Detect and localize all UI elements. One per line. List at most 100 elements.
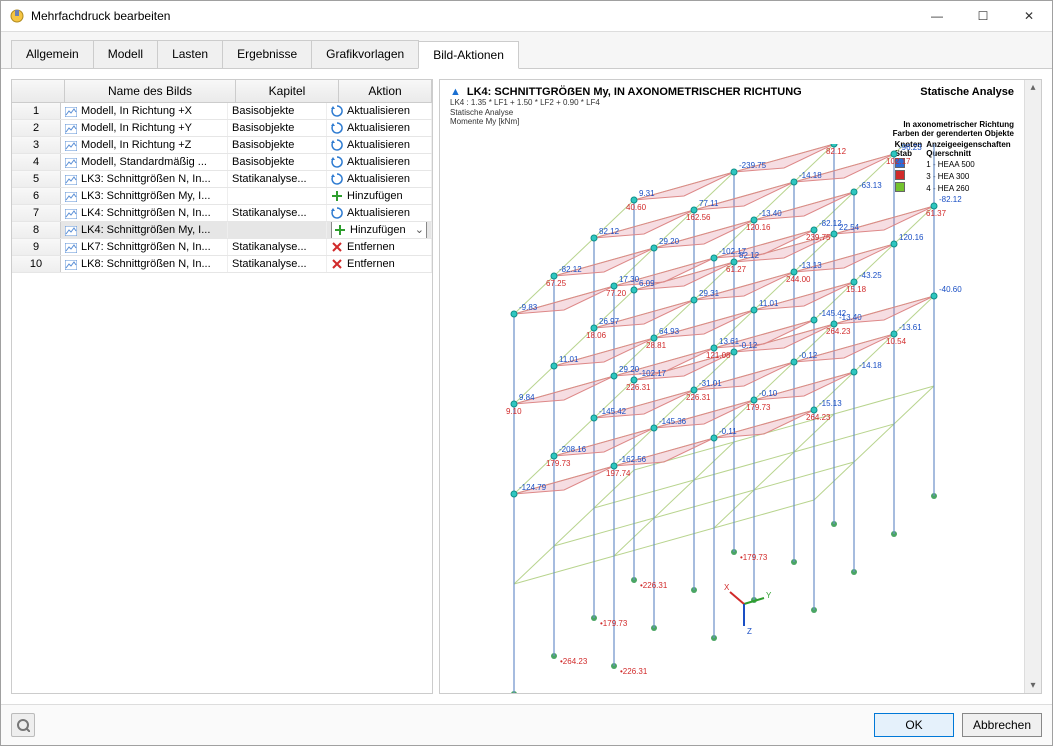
svg-text:-96.23: -96.23 (899, 144, 922, 152)
svg-text:-14.18: -14.18 (859, 361, 882, 370)
remove-icon (331, 241, 343, 253)
remove-icon (331, 258, 343, 270)
svg-text:13.61: 13.61 (719, 337, 740, 346)
svg-text:77.11: 77.11 (699, 199, 719, 208)
scroll-down-icon[interactable]: ▾ (1030, 680, 1035, 691)
svg-text:9.10: 9.10 (506, 407, 522, 416)
table-row[interactable]: 4Modell, Standardmäßig ...BasisobjekteAk… (12, 154, 432, 171)
svg-text:-0.11: -0.11 (719, 427, 737, 436)
svg-text:120.16: 120.16 (746, 223, 771, 232)
svg-text:264.23: 264.23 (806, 413, 831, 422)
svg-text:15.18: 15.18 (846, 285, 867, 294)
minimize-button[interactable]: — (914, 1, 960, 31)
picture-icon (65, 225, 77, 235)
tab-ergebnisse[interactable]: Ergebnisse (222, 40, 312, 68)
table-row[interactable]: 3Modell, In Richtung +ZBasisobjekteAktua… (12, 137, 432, 154)
table-row[interactable]: 8LK4: Schnittgrößen My, I...Hinzufügen⌄ (12, 222, 432, 239)
preview-title: LK4: SCHNITTGRÖẞEN My, IN AXONOMETRISCHE… (467, 86, 802, 98)
svg-text:-162.56: -162.56 (619, 455, 647, 464)
svg-text:-145.36: -145.36 (659, 417, 687, 426)
refresh-icon (331, 139, 343, 151)
svg-text:-13.40: -13.40 (759, 209, 782, 218)
svg-text:120.16: 120.16 (899, 233, 924, 242)
svg-text:179.73: 179.73 (746, 403, 771, 412)
table-row[interactable]: 10LK8: Schnittgrößen N, In...Statikanaly… (12, 256, 432, 273)
preview-sub1: LK4 : 1.35 * LF1 + 1.50 * LF2 + 0.90 * L… (450, 98, 1014, 108)
svg-text:-82.12: -82.12 (819, 219, 842, 228)
add-icon (331, 190, 343, 202)
col-action[interactable]: Aktion (339, 80, 432, 102)
help-button[interactable] (11, 713, 35, 737)
table-row[interactable]: 7LK4: Schnittgrößen N, In...Statikanalys… (12, 205, 432, 222)
tab-bar: AllgemeinModellLastenErgebnisseGrafikvor… (1, 32, 1052, 69)
picture-icon (65, 191, 77, 201)
legend-note: In axonometrischer Richtung (893, 120, 1014, 129)
svg-text:6.09: 6.09 (639, 279, 655, 288)
svg-text:-0.12: -0.12 (739, 341, 758, 350)
image-list-panel: Name des Bilds Kapitel Aktion 1Modell, I… (11, 79, 433, 694)
svg-text:29.31: 29.31 (699, 289, 720, 298)
svg-text:X: X (724, 583, 730, 592)
tab-bild-aktionen[interactable]: Bild-Aktionen (418, 41, 519, 69)
refresh-icon (331, 207, 343, 219)
svg-text:-9.83: -9.83 (519, 303, 538, 312)
svg-text:61.37: 61.37 (926, 209, 947, 218)
tab-lasten[interactable]: Lasten (157, 40, 223, 68)
ok-button[interactable]: OK (874, 713, 954, 737)
table-row[interactable]: 5LK3: Schnittgrößen N, In...Statikanalys… (12, 171, 432, 188)
maximize-button[interactable]: ☐ (960, 1, 1006, 31)
scroll-up-icon[interactable]: ▴ (1030, 82, 1035, 93)
svg-text:244.00: 244.00 (786, 275, 811, 284)
svg-text:17.30: 17.30 (619, 275, 640, 284)
svg-text:Y: Y (766, 591, 772, 600)
svg-text:121.08: 121.08 (706, 351, 731, 360)
tab-modell[interactable]: Modell (93, 40, 158, 68)
svg-text:-145.42: -145.42 (819, 309, 847, 318)
preview-sub2: Statische Analyse (450, 108, 1014, 118)
add-icon (334, 224, 346, 236)
table-header: Name des Bilds Kapitel Aktion (12, 80, 432, 103)
svg-text:18.06: 18.06 (586, 331, 607, 340)
table-row[interactable]: 1Modell, In Richtung +XBasisobjekteAktua… (12, 103, 432, 120)
close-button[interactable]: ✕ (1006, 1, 1052, 31)
preview-scrollbar[interactable]: ▴ ▾ (1024, 80, 1041, 693)
svg-text:11.01: 11.01 (759, 299, 779, 308)
window-title: Mehrfachdruck bearbeiten (31, 9, 914, 23)
picture-icon (65, 259, 77, 269)
svg-text:64.93: 64.93 (659, 327, 680, 336)
table-row[interactable]: 2Modell, In Richtung +YBasisobjekteAktua… (12, 120, 432, 137)
col-chapter[interactable]: Kapitel (236, 80, 339, 102)
svg-text:•226.31: •226.31 (640, 581, 668, 590)
svg-text:162.56: 162.56 (686, 213, 711, 222)
svg-text:-31.01: -31.01 (699, 379, 722, 388)
refresh-icon (331, 156, 343, 168)
svg-text:67.25: 67.25 (546, 279, 567, 288)
svg-text:239.75: 239.75 (806, 233, 831, 242)
tab-allgemein[interactable]: Allgemein (11, 40, 94, 68)
svg-text:179.73: 179.73 (546, 459, 571, 468)
collapse-icon[interactable]: ▲ (450, 86, 461, 98)
picture-icon (65, 140, 77, 150)
svg-text:197.74: 197.74 (606, 469, 631, 478)
svg-text:-145.42: -145.42 (599, 407, 627, 416)
svg-text:40.60: 40.60 (626, 203, 647, 212)
action-dropdown[interactable]: Hinzufügen⌄ (331, 222, 427, 238)
svg-text:226.31: 226.31 (686, 393, 711, 402)
cancel-button[interactable]: Abbrechen (962, 713, 1042, 737)
col-name[interactable]: Name des Bilds (65, 80, 236, 102)
svg-text:-63.13: -63.13 (859, 181, 882, 190)
table-body: 1Modell, In Richtung +XBasisobjekteAktua… (12, 103, 432, 693)
legend-title: Farben der gerenderten Objekte (893, 129, 1014, 138)
svg-text:•264.23: •264.23 (560, 657, 588, 666)
svg-text:•226.31: •226.31 (620, 667, 648, 676)
svg-text:-43.25: -43.25 (859, 271, 882, 280)
svg-text:29.20: 29.20 (619, 365, 640, 374)
table-row[interactable]: 6LK3: Schnittgrößen My, I...Hinzufügen (12, 188, 432, 205)
svg-text:-13.13: -13.13 (799, 261, 822, 270)
svg-text:102.17: 102.17 (886, 157, 911, 166)
table-row[interactable]: 9LK7: Schnittgrößen N, In...Statikanalys… (12, 239, 432, 256)
svg-text:-40.60: -40.60 (939, 285, 962, 294)
structure-diagram: -124.79-208.16179.73-145.42-102.17226.31… (444, 144, 1014, 693)
svg-text:•179.73: •179.73 (600, 619, 628, 628)
tab-grafikvorlagen[interactable]: Grafikvorlagen (311, 40, 419, 68)
